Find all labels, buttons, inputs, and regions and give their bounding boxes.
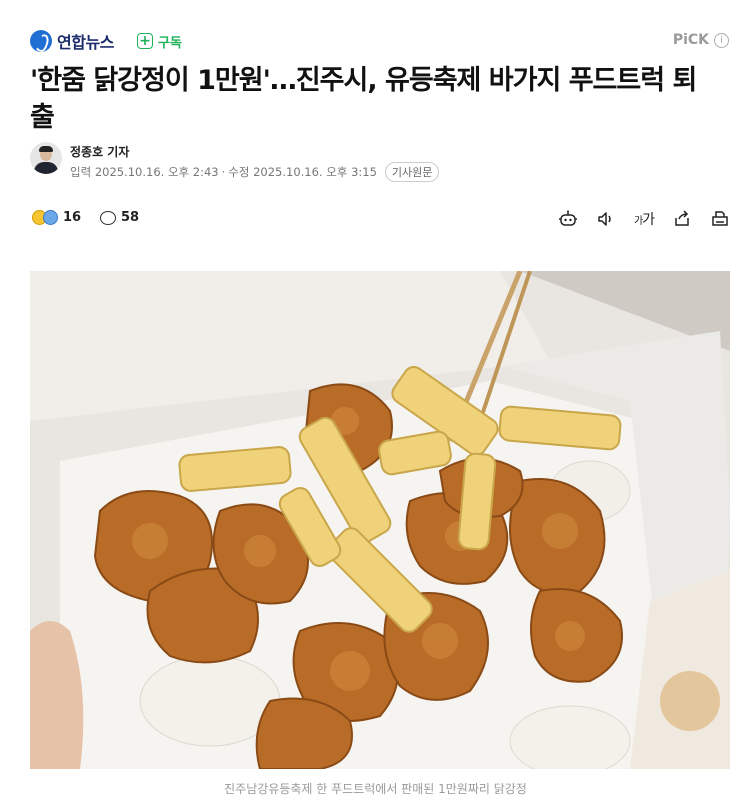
photo-caption: 진주남강유등축제 한 푸드트럭에서 판매된 1만원짜리 닭강정	[224, 782, 527, 796]
subscribe-label: 구독	[158, 35, 182, 51]
comment-button[interactable]: 58	[100, 210, 139, 225]
article-header: 연합뉴스 + 구독 PiCK i	[30, 26, 729, 56]
subscribe-button[interactable]: + 구독	[137, 31, 182, 51]
reporter-avatar[interactable]	[30, 142, 62, 174]
info-icon[interactable]: i	[714, 32, 729, 48]
comment-icon	[100, 210, 116, 225]
font-size-icon[interactable]: 가가	[633, 208, 655, 230]
comment-count: 58	[121, 210, 140, 225]
pick-badge[interactable]: PiCK i	[673, 32, 729, 48]
robot-summary-icon[interactable]	[557, 208, 579, 230]
date-separator: ·	[221, 165, 226, 179]
modified-date: 수정 2025.10.16. 오후 3:15	[228, 165, 377, 179]
logo-text: 연합뉴스	[57, 33, 114, 52]
reporter-name[interactable]: 정종호 기자	[70, 143, 129, 160]
article-dates: 입력 2025.10.16. 오후 2:43 · 수정 2025.10.16. …	[70, 162, 440, 182]
speaker-icon[interactable]	[595, 208, 617, 230]
byline: 정종호 기자 입력 2025.10.16. 오후 2:43 · 수정 2025.…	[30, 142, 630, 182]
plus-icon: +	[137, 33, 153, 49]
published-date: 입력 2025.10.16. 오후 2:43	[70, 165, 219, 179]
original-article-button[interactable]: 기사원문	[384, 162, 440, 182]
chicken-gangjeong-box-image	[30, 271, 730, 769]
article-title: '한줌 닭강정이 1만원'…진주시, 유등축제 바가지 푸드트럭 퇴출	[30, 65, 697, 133]
pick-label: PiCK	[672, 32, 709, 48]
yonhap-logo-icon	[30, 30, 52, 52]
tool-icons: 가가	[541, 208, 731, 230]
reaction-button[interactable]: 16	[32, 210, 81, 225]
share-icon[interactable]	[671, 208, 693, 230]
reaction-count: 16	[63, 210, 82, 225]
clap-emoji-icon	[43, 210, 58, 225]
yonhap-logo[interactable]: 연합뉴스	[30, 26, 114, 56]
article-actions: 16 58 가가	[30, 208, 731, 234]
print-icon[interactable]	[709, 208, 731, 230]
